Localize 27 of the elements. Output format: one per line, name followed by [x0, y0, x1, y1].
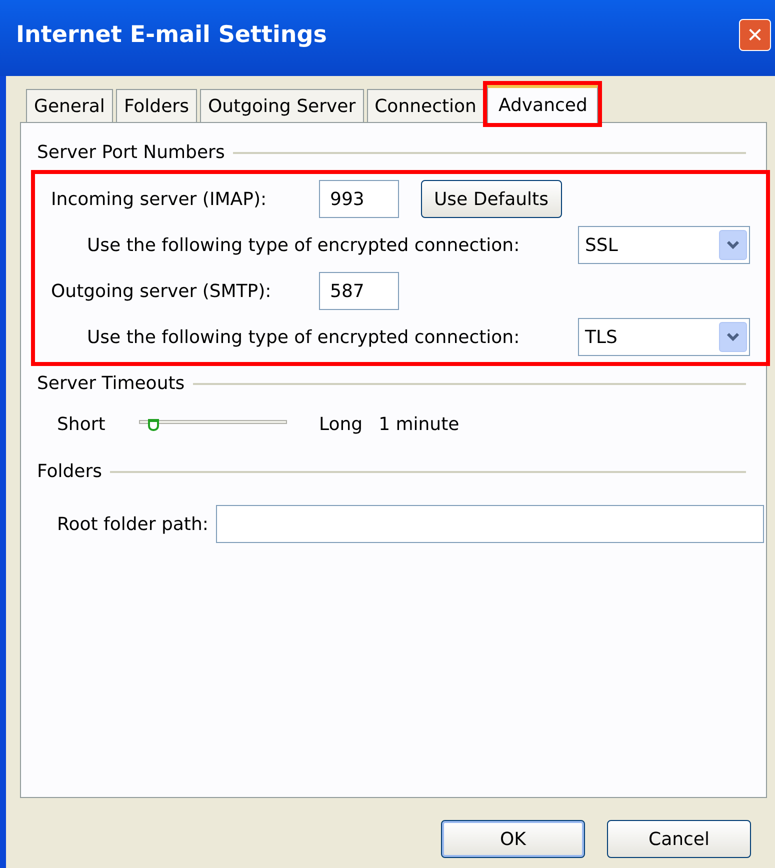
tab[interactable]: General	[26, 89, 113, 122]
section-heading: Server Port Numbers	[37, 141, 225, 165]
section-heading: Server Timeouts	[37, 372, 185, 396]
cancel-button[interactable]: Cancel	[607, 820, 751, 858]
slider-label: Long	[319, 413, 363, 437]
slider-label: Short	[57, 413, 106, 437]
tab[interactable]: Connection	[366, 89, 484, 122]
slider-thumb[interactable]	[148, 418, 160, 430]
use-defaults-button[interactable]: Use Defaults	[421, 180, 562, 218]
timeout-slider[interactable]	[137, 418, 289, 432]
tab[interactable]: Outgoing Server	[200, 89, 364, 122]
timeout-value: 1 minute	[378, 413, 460, 437]
port-field[interactable]: 587	[319, 272, 399, 310]
window-title: Internet E-mail Settings	[16, 20, 327, 50]
field-label: Use the following type of encrypted connection:	[87, 234, 520, 258]
root-folder-field[interactable]	[216, 505, 764, 543]
field-label: Root folder path:	[57, 512, 208, 536]
encryption-dropdown[interactable]: SSL	[578, 226, 750, 264]
field-label: Use the following type of encrypted connection:	[87, 326, 520, 350]
field-label: Incoming server (IMAP):	[51, 188, 268, 212]
close-button[interactable]: ✕	[739, 19, 771, 51]
ok-button[interactable]: OK	[441, 820, 585, 858]
port-field[interactable]: 993	[319, 180, 399, 218]
encryption-dropdown[interactable]: TLS	[578, 318, 750, 356]
section-heading: Folders	[37, 460, 102, 484]
tab[interactable]: Folders	[116, 89, 197, 122]
field-label: Outgoing server (SMTP):	[51, 280, 272, 304]
